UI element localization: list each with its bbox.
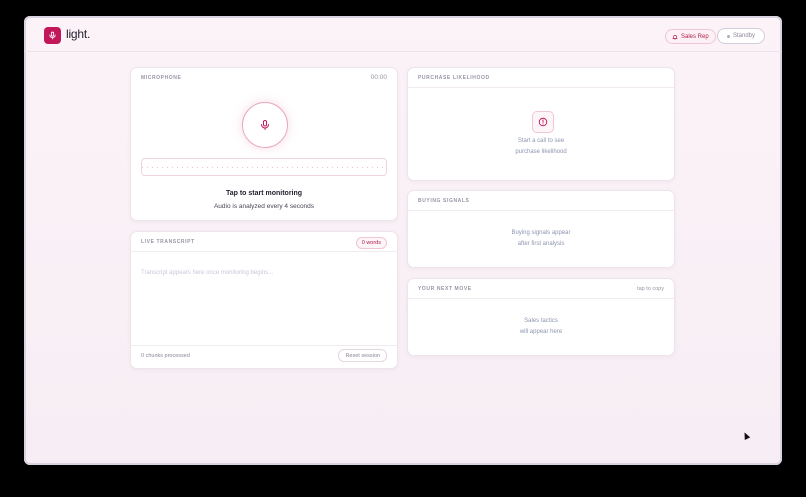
mic-toggle-button[interactable] bbox=[242, 102, 288, 148]
audio-waveform bbox=[141, 158, 387, 176]
buying-signals-card: BUYING SIGNALS Buying signals appear aft… bbox=[407, 190, 675, 268]
role-label: Sales Rep bbox=[681, 33, 709, 40]
next-move-title: YOUR NEXT MOVE bbox=[418, 286, 472, 292]
next-move-card-header: YOUR NEXT MOVE tap to copy bbox=[408, 279, 674, 299]
signals-title: BUYING SIGNALS bbox=[418, 198, 470, 204]
transcript-card-header: LIVE TRANSCRIPT 0 words bbox=[131, 232, 397, 252]
transcript-card: LIVE TRANSCRIPT 0 words Transcript appea… bbox=[130, 231, 398, 369]
reset-session-button[interactable]: Reset session bbox=[338, 349, 387, 362]
microphone-card: MICROPHONE 00:00 Tap to start monitoring… bbox=[130, 67, 398, 221]
transcript-title: LIVE TRANSCRIPT bbox=[141, 239, 195, 245]
next-move-line-1: Sales tactics bbox=[524, 318, 558, 324]
purchase-likelihood-card: PURCHASE LIKELIHOOD Start a call to see … bbox=[407, 67, 675, 181]
status-dot-icon bbox=[727, 34, 730, 38]
signals-line-2: after first analysis bbox=[517, 241, 565, 247]
next-move-line-2: will appear here bbox=[519, 329, 563, 335]
timer: 00:00 bbox=[370, 74, 387, 81]
alert-icon bbox=[532, 111, 554, 133]
status-button[interactable]: Standby bbox=[717, 28, 766, 44]
copy-hint[interactable]: tap to copy bbox=[637, 286, 664, 292]
chunks-processed: 0 chunks processed bbox=[141, 353, 190, 359]
microphone-card-header: MICROPHONE 00:00 bbox=[131, 68, 397, 87]
likelihood-card-header: PURCHASE LIKELIHOOD bbox=[408, 68, 674, 88]
top-bar: light. Sales Rep Standby bbox=[24, 16, 782, 52]
role-badge[interactable]: Sales Rep bbox=[665, 29, 716, 44]
likelihood-line-2: purchase likelihood bbox=[515, 149, 567, 155]
transcript-footer-divider bbox=[131, 345, 397, 346]
likelihood-line-1: Start a call to see bbox=[517, 138, 565, 144]
monitor-subtext: Audio is analyzed every 4 seconds bbox=[213, 203, 315, 210]
word-count-badge: 0 words bbox=[355, 237, 387, 249]
brand-name: light. bbox=[66, 27, 91, 41]
status-label: Standby bbox=[733, 33, 756, 39]
signals-line-1: Buying signals appear bbox=[511, 230, 571, 236]
signals-card-header: BUYING SIGNALS bbox=[408, 191, 674, 211]
app-window: light. Sales Rep Standby MICROPHONE 00:0… bbox=[24, 16, 782, 465]
likelihood-title: PURCHASE LIKELIHOOD bbox=[418, 75, 490, 81]
monitor-prompt: Tap to start monitoring bbox=[225, 190, 303, 197]
microphone-icon bbox=[261, 120, 269, 130]
microphone-title: MICROPHONE bbox=[141, 75, 182, 81]
bell-icon bbox=[672, 34, 678, 40]
transcript-placeholder: Transcript appears here once monitoring … bbox=[141, 270, 274, 276]
logo-mic-icon bbox=[44, 27, 61, 44]
next-move-card[interactable]: YOUR NEXT MOVE tap to copy Sales tactics… bbox=[407, 278, 675, 356]
